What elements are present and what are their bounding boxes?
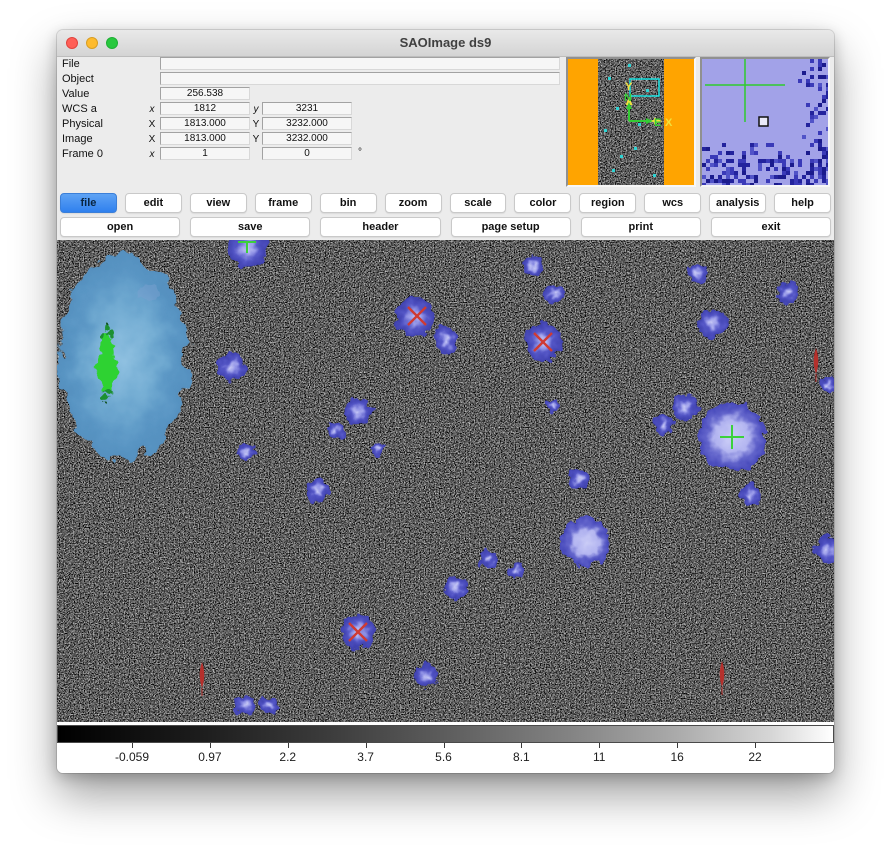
info-field[interactable]: 0 [262, 147, 352, 160]
colorbar-tick-label: 22 [715, 750, 795, 764]
colorbar-tick-label: 16 [637, 750, 717, 764]
info-field[interactable]: 1812 [160, 102, 250, 115]
desktop: SAOImage ds9 FileObjectValue256.538WCS a… [0, 0, 889, 862]
info-row-file: File [62, 56, 562, 71]
colorbar-tick [366, 743, 367, 748]
colorbar-tick [288, 743, 289, 748]
axis-sub-label: x [146, 104, 158, 115]
menu-button-color[interactable]: color [514, 193, 571, 213]
degree-suffix: ° [358, 147, 362, 158]
info-row-frame-0: Frame 0 x10 ° [62, 146, 562, 161]
info-label: Image [62, 133, 93, 145]
info-row-value: Value 256.538 [62, 86, 562, 101]
info-field[interactable]: 3232.000 [262, 117, 352, 130]
menu-button-region[interactable]: region [579, 193, 636, 213]
info-row-object: Object [62, 71, 562, 86]
axis-sub-label: Y [250, 119, 262, 130]
menu-button-file[interactable]: file [60, 193, 117, 213]
colorbar-tick-label: 8.1 [481, 750, 561, 764]
menu-button-help[interactable]: help [774, 193, 831, 213]
colorbar-tick [599, 743, 600, 748]
compass-n-label: N [624, 92, 632, 104]
info-label: Value [62, 88, 89, 100]
colorbar-tick [521, 743, 522, 748]
menu-button-edit[interactable]: edit [125, 193, 182, 213]
panner[interactable]: Y N E X [566, 57, 696, 187]
menu-button-header[interactable]: header [320, 217, 440, 237]
colorbar-tick-label: 2.2 [248, 750, 328, 764]
file-actions-bar: open save header page setup print exit [60, 217, 831, 237]
info-label: WCS a [62, 103, 97, 115]
colorbar-tick [444, 743, 445, 748]
colorbar-tick-label: 3.7 [326, 750, 406, 764]
axis-sub-label: Y [250, 134, 262, 145]
info-field[interactable]: 3231 [262, 102, 352, 115]
info-field[interactable]: 3232.000 [262, 132, 352, 145]
info-row-image: Image X1813.000Y3232.000 [62, 131, 562, 146]
main-image-canvas[interactable] [57, 240, 834, 722]
axis-sub-label: X [146, 134, 158, 145]
colorbar-tick-label: 0.97 [170, 750, 250, 764]
colorbar[interactable] [57, 725, 834, 743]
ds9-window: SAOImage ds9 FileObjectValue256.538WCS a… [57, 30, 834, 773]
menu-button-scale[interactable]: scale [450, 193, 507, 213]
info-field[interactable]: 1813.000 [160, 132, 250, 145]
window-title: SAOImage ds9 [57, 30, 834, 56]
info-row-physical: Physical X1813.000Y3232.000 [62, 116, 562, 131]
menu-bar: file edit view frame binzoom scale color region… [60, 193, 831, 213]
compass-e-label: E [654, 117, 661, 129]
menu-button-frame[interactable]: frame [255, 193, 312, 213]
menu-button-exit[interactable]: exit [711, 217, 831, 237]
axis-sub-label: x [146, 149, 158, 160]
info-label: File [62, 58, 80, 70]
info-field[interactable] [160, 57, 560, 70]
info-panel: FileObjectValue256.538WCS ax1812y3231Phy… [62, 56, 562, 161]
magnifier [700, 57, 830, 187]
info-label: Frame 0 [62, 148, 103, 160]
menu-button-zoom[interactable]: zoom [385, 193, 442, 213]
info-field[interactable]: 256.538 [160, 87, 250, 100]
colorbar-tick-label: -0.059 [92, 750, 172, 764]
info-field[interactable]: 1 [160, 147, 250, 160]
menu-button-page-setup[interactable]: page setup [451, 217, 571, 237]
compass-x-label: X [665, 117, 673, 129]
info-label: Physical [62, 118, 103, 130]
colorbar-tick-label: 11 [559, 750, 639, 764]
info-label: Object [62, 73, 94, 85]
info-field[interactable] [160, 72, 560, 85]
title-bar[interactable]: SAOImage ds9 [57, 30, 834, 57]
colorbar-tick [755, 743, 756, 748]
info-field[interactable]: 1813.000 [160, 117, 250, 130]
colorbar-tick-label: 5.6 [404, 750, 484, 764]
colorbar-tick [677, 743, 678, 748]
menu-button-open[interactable]: open [60, 217, 180, 237]
info-row-wcs-a: WCS a x1812y3231 [62, 101, 562, 116]
menu-button-analysis[interactable]: analysis [709, 193, 766, 213]
axis-sub-label: y [250, 104, 262, 115]
menu-button-view[interactable]: view [190, 193, 247, 213]
menu-button-print[interactable]: print [581, 217, 701, 237]
axis-sub-label: X [146, 119, 158, 130]
colorbar-tick [132, 743, 133, 748]
magnifier-cursor-box [759, 117, 768, 126]
menu-button-save[interactable]: save [190, 217, 310, 237]
colorbar-area: -0.0590.972.23.75.68.1111622 [57, 722, 834, 773]
menu-button-wcs[interactable]: wcs [644, 193, 701, 213]
colorbar-tick [210, 743, 211, 748]
menu-button-bin[interactable]: bin [320, 193, 377, 213]
